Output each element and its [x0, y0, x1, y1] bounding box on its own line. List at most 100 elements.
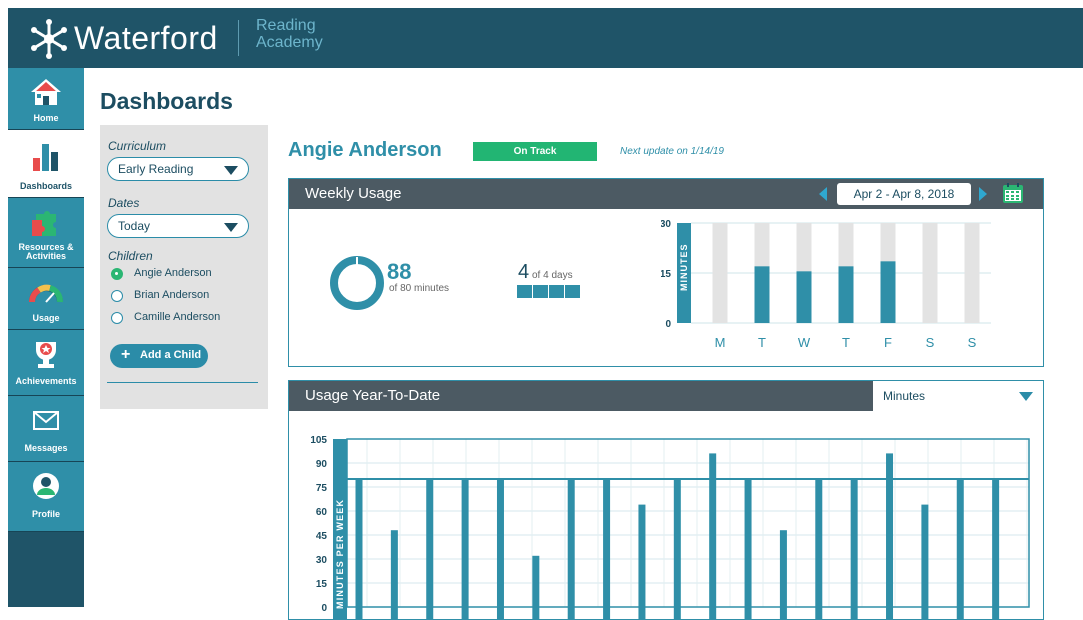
bar	[709, 453, 717, 619]
days-progress	[517, 285, 581, 298]
product-name-line1: Reading	[256, 17, 316, 34]
sidebar-item-resources[interactable]: Resources & Activities	[8, 198, 84, 268]
bar	[567, 479, 575, 619]
status-badge: On Track	[473, 142, 597, 161]
sidebar-nav: Home Dashboards Resources & Activities U…	[8, 68, 84, 607]
days-value: 4	[518, 261, 530, 283]
child-name: Angie Anderson	[134, 267, 212, 279]
chevron-down-icon	[224, 223, 238, 232]
bar	[796, 271, 812, 323]
week-date-range[interactable]: Apr 2 - Apr 8, 2018	[837, 183, 971, 205]
bar	[673, 479, 681, 619]
puzzle-icon	[32, 211, 56, 236]
top-bar: Waterford Reading Academy	[8, 8, 1083, 68]
x-tick-label: S	[926, 335, 935, 350]
bar-track	[922, 223, 938, 323]
chevron-down-icon	[1019, 392, 1033, 401]
usage-ytd-title: Usage Year-To-Date	[305, 387, 441, 404]
bar	[850, 479, 858, 619]
divider	[107, 382, 258, 383]
sidebar-item-label: Dashboards	[19, 181, 72, 191]
sidebar-item-profile[interactable]: Profile	[8, 462, 84, 532]
product-name: Reading Academy	[256, 17, 323, 51]
day-complete-block	[517, 285, 532, 298]
minutes-target: of 80 minutes	[389, 283, 450, 294]
y-tick-label: 105	[310, 435, 327, 446]
y-tick-label: 75	[316, 483, 328, 494]
bar	[838, 266, 854, 323]
bar	[532, 555, 540, 619]
curriculum-value: Early Reading	[118, 162, 194, 176]
days-target: of 4 days	[532, 270, 573, 281]
bar	[886, 453, 894, 619]
y-axis-label: MINUTES	[679, 244, 689, 292]
sidebar-item-messages[interactable]: Messages	[8, 396, 84, 462]
sidebar-item-dashboards[interactable]: Dashboards	[8, 130, 84, 198]
bar-chart-icon	[33, 144, 58, 171]
minutes-progress-ring	[330, 256, 384, 310]
bar	[355, 479, 363, 619]
gauge-icon	[29, 284, 63, 303]
curriculum-label: Curriculum	[108, 139, 167, 153]
bar-track	[712, 223, 728, 323]
chevron-down-icon	[224, 166, 238, 175]
weekly-usage-header: Weekly Usage Apr 2 - Apr 8, 2018	[289, 179, 1043, 209]
x-tick-label: F	[884, 335, 892, 350]
y-tick-label: 60	[316, 507, 328, 518]
sidebar-item-achievements[interactable]: Achievements	[8, 330, 84, 396]
curriculum-select[interactable]: Early Reading	[107, 157, 249, 181]
x-tick-label: W	[798, 335, 811, 350]
radio-icon[interactable]	[111, 290, 123, 302]
page-title: Dashboards	[100, 88, 233, 114]
minutes-value: 88	[387, 259, 412, 284]
y-tick-label: 45	[316, 531, 328, 542]
weekly-usage-chart: MINUTES 30 15 0 M T W T F S S	[661, 219, 991, 350]
bar-track	[964, 223, 980, 323]
bar	[956, 479, 964, 619]
bar	[992, 479, 1000, 619]
bar	[744, 479, 752, 619]
logo-divider	[238, 20, 239, 56]
add-child-button[interactable]: + Add a Child	[110, 344, 208, 368]
day-complete-block	[565, 285, 580, 298]
sidebar-item-label: Achievements	[15, 376, 77, 386]
sidebar-item-label: Home	[33, 113, 59, 123]
weekly-usage-card: Weekly Usage Apr 2 - Apr 8, 2018 88 of 8…	[288, 178, 1044, 367]
day-complete-block	[549, 285, 564, 298]
bar	[779, 530, 787, 619]
calendar-icon[interactable]	[1002, 182, 1024, 204]
home-icon	[31, 79, 61, 105]
envelope-icon	[33, 411, 59, 430]
sidebar-item-label: Profile	[31, 509, 60, 519]
y-tick-label: 15	[661, 269, 671, 280]
unit-select-value: Minutes	[883, 389, 926, 403]
x-tick-label: S	[968, 335, 977, 350]
child-name: Brian Anderson	[134, 289, 210, 301]
waterford-logo-icon	[31, 19, 67, 59]
next-week-icon[interactable]	[979, 187, 987, 201]
children-label: Children	[108, 249, 153, 263]
bar	[921, 504, 929, 619]
student-name: Angie Anderson	[288, 139, 442, 161]
radio-selected-icon[interactable]	[111, 268, 123, 280]
dates-select[interactable]: Today	[107, 214, 249, 238]
trophy-icon	[36, 342, 56, 368]
bar	[638, 504, 646, 619]
product-name-line2: Academy	[256, 34, 323, 51]
day-complete-block	[533, 285, 548, 298]
plus-icon: +	[121, 346, 131, 363]
dates-value: Today	[118, 219, 151, 233]
bar	[603, 479, 611, 619]
bar	[461, 479, 469, 619]
add-child-label: Add a Child	[140, 349, 202, 361]
bar	[815, 479, 823, 619]
sidebar-item-home[interactable]: Home	[8, 68, 84, 130]
sidebar-item-label: Messages	[24, 443, 68, 453]
sidebar-item-usage[interactable]: Usage	[8, 268, 84, 330]
unit-select[interactable]: Minutes	[873, 381, 1043, 411]
radio-icon[interactable]	[111, 312, 123, 324]
y-tick-label: 15	[316, 579, 328, 590]
weekly-usage-title: Weekly Usage	[305, 185, 402, 202]
previous-week-icon[interactable]	[819, 187, 827, 201]
bar	[754, 266, 770, 323]
